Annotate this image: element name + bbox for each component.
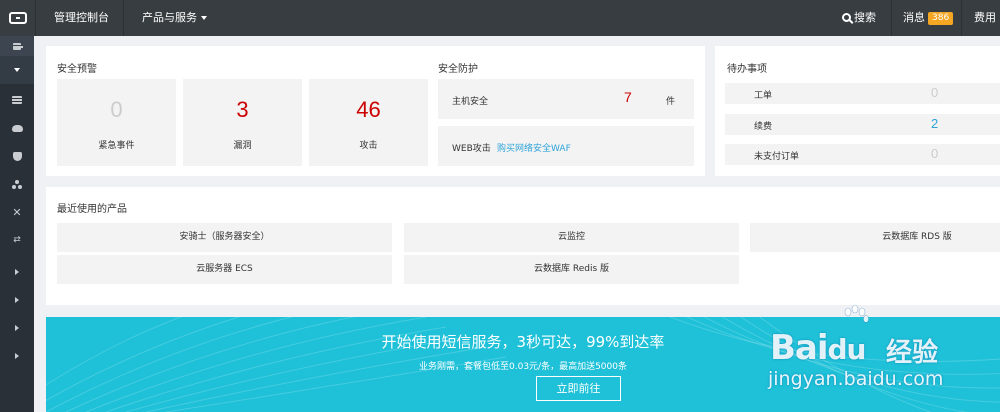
server-icon	[12, 96, 22, 104]
search-icon	[842, 13, 851, 22]
host-security-row[interactable]: 主机安全 7 件	[438, 79, 694, 119]
stat-vulnerability-value: 3	[236, 97, 249, 122]
chevron-down-icon	[201, 16, 207, 20]
todo-panel: 待办事项 工单 0 续费 2 未支付订单 0	[715, 46, 1000, 176]
todo-tickets-label: 工单	[754, 91, 773, 101]
host-security-label: 主机安全	[452, 97, 489, 107]
todo-unpaid[interactable]: 未支付订单 0	[725, 144, 1000, 165]
host-security-unit: 件	[666, 97, 676, 107]
todo-renewal-label: 续费	[754, 122, 773, 132]
sidebar-item-transfer[interactable]: ⇄	[0, 226, 34, 254]
watermark-cn: 经验	[886, 338, 939, 368]
arrows-icon: ⇄	[13, 234, 21, 245]
cloud-icon	[11, 124, 23, 132]
console-link[interactable]: 管理控制台	[40, 0, 124, 36]
chevron-right-icon	[15, 353, 19, 359]
product-ecs[interactable]: 云服务器 ECS	[57, 255, 392, 284]
sidebar-expand-1[interactable]	[0, 258, 34, 286]
web-attack-row: WEB攻击 购买网络安全WAF	[438, 126, 694, 166]
stat-emergency-label: 紧急事件	[98, 141, 135, 151]
cross-icon: ✕	[12, 205, 22, 219]
sidebar-item-network[interactable]	[0, 170, 34, 198]
product-rds[interactable]: 云数据库 RDS 版	[750, 223, 1000, 252]
host-security-value: 7	[624, 89, 632, 105]
recent-products-title: 最近使用的产品	[57, 204, 127, 215]
web-attack-label: WEB攻击	[452, 144, 491, 154]
go-now-button[interactable]: 立即前往	[536, 376, 621, 401]
stat-emergency-value: 0	[110, 97, 123, 122]
watermark-logo: Baidu	[770, 328, 866, 368]
search-label: 搜索	[854, 11, 876, 24]
product-redis[interactable]: 云数据库 Redis 版	[404, 255, 739, 284]
chevron-right-icon	[15, 325, 19, 331]
messages-label: 消息	[903, 11, 925, 24]
todo-renewal-value: 2	[931, 116, 939, 131]
sidebar-item-cloud[interactable]	[0, 114, 34, 142]
stat-attack[interactable]: 46 攻击	[309, 79, 428, 166]
sidebar-expand-2[interactable]	[0, 286, 34, 314]
sidebar: ✕ ⇄	[0, 36, 34, 412]
aliyun-logo-icon[interactable]	[0, 0, 36, 36]
stat-emergency[interactable]: 0 紧急事件	[57, 79, 176, 166]
sidebar-item-security[interactable]	[0, 142, 34, 170]
chevron-right-icon	[15, 297, 19, 303]
chevron-right-icon	[15, 269, 19, 275]
stat-attack-value: 46	[356, 97, 381, 122]
todo-title: 待办事项	[727, 64, 767, 75]
baidu-jingyan-watermark: Baidu 经验 jingyan.baidu.com	[762, 300, 1000, 400]
security-panel: 安全预警 0 紧急事件 3 漏洞 46 攻击 安全防护 主机安全 7 件 WEB…	[46, 46, 705, 176]
fees-link[interactable]: 费用	[962, 0, 1000, 36]
products-menu-label: 产品与服务	[142, 11, 197, 24]
menu-icon	[13, 42, 23, 50]
shield-icon	[12, 151, 22, 161]
todo-tickets[interactable]: 工单 0	[725, 83, 1000, 104]
sidebar-toggle[interactable]	[0, 36, 34, 56]
security-alert-title: 安全预警	[57, 64, 97, 75]
sidebar-collapse[interactable]	[0, 56, 34, 84]
chevron-down-icon	[14, 68, 20, 72]
watermark-url: jingyan.baidu.com	[768, 368, 944, 390]
products-menu[interactable]: 产品与服务	[128, 0, 221, 36]
nodes-icon	[12, 180, 22, 189]
messages-button[interactable]: 消息 386	[892, 0, 962, 36]
sidebar-expand-3[interactable]	[0, 314, 34, 342]
stat-vulnerability-label: 漏洞	[233, 141, 252, 151]
stat-vulnerability[interactable]: 3 漏洞	[183, 79, 302, 166]
top-bar: 管理控制台 产品与服务 搜索 消息 386 费用	[0, 0, 1000, 36]
buy-waf-link[interactable]: 购买网络安全WAF	[497, 141, 571, 154]
protection-title: 安全防护	[438, 64, 478, 75]
message-count-badge: 386	[928, 12, 954, 25]
recent-products-panel: 最近使用的产品 安骑士（服务器安全） 云监控 云数据库 RDS 版 云服务器 E…	[46, 187, 1000, 305]
product-aegis[interactable]: 安骑士（服务器安全）	[57, 223, 392, 252]
search-button[interactable]: 搜索	[830, 0, 892, 36]
todo-renewal[interactable]: 续费 2	[725, 114, 1000, 135]
sidebar-item-servers[interactable]	[0, 86, 34, 114]
sidebar-expand-4[interactable]	[0, 342, 34, 370]
stat-attack-label: 攻击	[359, 141, 378, 151]
product-cloudmonitor[interactable]: 云监控	[404, 223, 739, 252]
todo-unpaid-label: 未支付订单	[754, 152, 800, 162]
todo-unpaid-value: 0	[931, 146, 939, 161]
sidebar-item-tools[interactable]: ✕	[0, 198, 34, 226]
todo-tickets-value: 0	[931, 85, 939, 100]
